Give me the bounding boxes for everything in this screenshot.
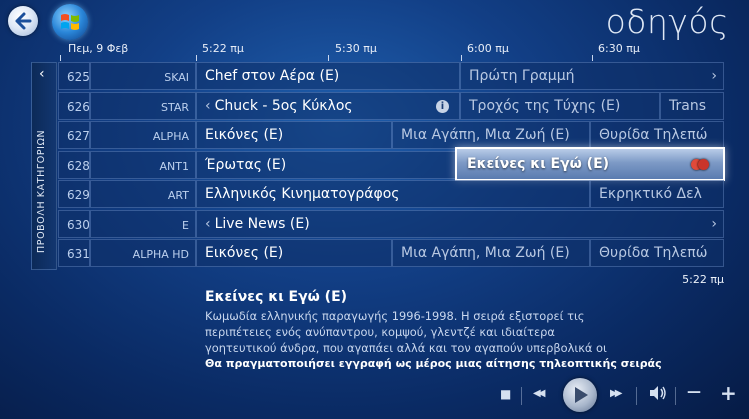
- program-title: Έρωτας (E): [205, 156, 287, 173]
- program-title: Μια Αγάπη, Μια Ζωή (E): [401, 245, 570, 261]
- time-tick: [461, 55, 462, 61]
- program-title: Live News (E): [214, 215, 310, 232]
- mute-button[interactable]: [648, 384, 668, 406]
- info-icon: i: [436, 99, 449, 113]
- speaker-icon: [650, 386, 666, 400]
- windows-logo-icon: [61, 14, 79, 30]
- channel-number[interactable]: 630: [58, 209, 90, 238]
- program-title: Εικόνες (E): [205, 127, 284, 143]
- channel-row: 626 STAR ‹ Chuck - 5ος Κύκλος i Τροχός της…: [58, 91, 724, 122]
- channel-number[interactable]: 628: [58, 150, 90, 179]
- divider: [636, 387, 637, 405]
- program-cell[interactable]: Ελληνικός Κινηματογράφος: [196, 180, 590, 208]
- channel-name[interactable]: ALPHA HD: [90, 239, 196, 267]
- divider: [521, 387, 522, 405]
- program-cell[interactable]: Πρώτη Γραμμή ›: [460, 62, 724, 90]
- program-cell[interactable]: Trans: [660, 91, 724, 120]
- channel-name[interactable]: ANT1: [90, 150, 196, 179]
- volume-down-button[interactable]: —: [687, 384, 701, 400]
- channel-name[interactable]: STAR: [90, 91, 196, 120]
- program-title: Θυρίδα Τηλεπώ: [599, 127, 708, 143]
- windows-logo-button[interactable]: [52, 4, 88, 40]
- channel-name[interactable]: ART: [90, 180, 196, 208]
- program-title: Εικόνες (E): [205, 245, 284, 261]
- program-cell[interactable]: Μια Αγάπη, Μια Ζωή (E): [392, 121, 590, 149]
- program-title: Chef στον Αέρα (E): [205, 68, 340, 84]
- program-cell[interactable]: Τροχός της Τύχης (E): [460, 91, 660, 120]
- time-tick: [592, 55, 593, 61]
- time-header: Πεμ, 9 Φεβ 5:22 πμ 5:30 πμ 6:00 πμ 6:30 …: [0, 42, 749, 60]
- chevron-right-icon: ›: [711, 215, 717, 232]
- record-note: Θα πραγματοποιήσει εγγραφή ως μέρος μιας…: [205, 357, 662, 370]
- channel-row: 630 E ‹ Live News (E) ›: [58, 209, 724, 240]
- program-title: Τροχός της Τύχης (E): [469, 97, 621, 114]
- program-cell[interactable]: Εικόνες (E): [196, 239, 392, 267]
- back-arrow-icon: [15, 12, 32, 30]
- channel-number[interactable]: 627: [58, 121, 90, 149]
- program-cell[interactable]: ‹ Chuck - 5ος Κύκλος i: [196, 91, 460, 120]
- time-slot-2: 5:30 πμ: [335, 42, 377, 55]
- clock: 5:22 πμ: [682, 273, 724, 286]
- play-button[interactable]: [563, 378, 597, 412]
- record-series-icon: [691, 159, 713, 171]
- category-label: ΠΡΟΒΟΛΗ ΚΑΤΗΓΟΡΙΩΝ: [36, 129, 47, 253]
- date-label: Πεμ, 9 Φεβ: [68, 42, 129, 55]
- program-cell[interactable]: Θυρίδα Τηλεπώ: [590, 239, 724, 267]
- rewind-button[interactable]: ◀◀: [533, 388, 546, 399]
- chevron-left-icon: ‹: [205, 215, 211, 232]
- program-title: Εκείνες κι Εγώ (E): [467, 156, 610, 172]
- program-cell[interactable]: Έρωτας (E): [196, 150, 456, 179]
- channel-row: 631 ALPHA HD Εικόνες (E) Μια Αγάπη, Μια …: [58, 239, 724, 269]
- stop-button[interactable]: ■: [500, 387, 511, 401]
- time-slot-4: 6:30 πμ: [598, 42, 640, 55]
- channel-number[interactable]: 629: [58, 180, 90, 208]
- channel-number[interactable]: 626: [58, 91, 90, 120]
- program-title: Πρώτη Γραμμή: [469, 68, 575, 84]
- channel-name[interactable]: E: [90, 209, 196, 238]
- description-line: περιπέτειες ενός ανύπαντρου, κομψού, γλε…: [205, 325, 555, 339]
- program-title: Εκρηκτικό Δελ: [599, 186, 702, 202]
- time-tick: [328, 55, 329, 61]
- back-button[interactable]: [8, 6, 38, 36]
- program-cell[interactable]: Θυρίδα Τηλεπώ: [590, 121, 724, 149]
- description-line: Κωμωδία ελληνικής παραγωγής 1996-1998. Η…: [205, 309, 585, 323]
- chevron-left-icon: ‹: [39, 66, 45, 82]
- category-tab[interactable]: ‹ ΠΡΟΒΟΛΗ ΚΑΤΗΓΟΡΙΩΝ: [31, 62, 57, 270]
- divider: [675, 387, 676, 405]
- program-cell[interactable]: Εκρηκτικό Δελ: [590, 180, 724, 208]
- program-title: Ελληνικός Κινηματογράφος: [205, 186, 400, 202]
- program-description: Κωμωδία ελληνικής παραγωγής 1996-1998. Η…: [205, 308, 635, 356]
- chevron-left-icon: ‹: [205, 97, 211, 114]
- description-line: γοητευτικού άνδρα, που αγαπάει αλλά και …: [205, 341, 607, 355]
- channel-number[interactable]: 625: [58, 62, 90, 90]
- focused-program-cell[interactable]: Εκείνες κι Εγώ (E): [455, 147, 725, 181]
- program-title: Chuck - 5ος Κύκλος: [214, 97, 353, 114]
- program-title: Θυρίδα Τηλεπώ: [599, 245, 708, 261]
- play-icon: [575, 387, 588, 403]
- fast-forward-button[interactable]: ▶▶: [610, 388, 623, 399]
- channel-name[interactable]: SKAI: [90, 62, 196, 90]
- channel-number[interactable]: 631: [58, 239, 90, 267]
- program-cell[interactable]: ‹ Live News (E) ›: [196, 209, 724, 238]
- channel-name[interactable]: ALPHA: [90, 121, 196, 149]
- program-title: Μια Αγάπη, Μια Ζωή (E): [401, 127, 570, 143]
- page-title: οδηγός: [605, 2, 729, 41]
- time-slot-3: 6:00 πμ: [467, 42, 509, 55]
- chevron-right-icon: ›: [711, 68, 717, 84]
- program-title: Trans: [669, 97, 706, 114]
- program-cell[interactable]: Μια Αγάπη, Μια Ζωή (E): [392, 239, 590, 267]
- channel-row: 625 SKAI Chef στον Αέρα (E) Πρώτη Γραμμή…: [58, 62, 724, 92]
- volume-up-button[interactable]: +: [720, 381, 737, 405]
- time-tick: [60, 55, 61, 61]
- program-cell[interactable]: Chef στον Αέρα (E): [196, 62, 460, 90]
- time-slot-1: 5:22 πμ: [202, 42, 244, 55]
- time-tick: [196, 55, 197, 61]
- channel-row: 629 ART Ελληνικός Κινηματογράφος Εκρηκτι…: [58, 180, 724, 210]
- program-cell[interactable]: Εικόνες (E): [196, 121, 392, 149]
- selected-program-title: Εκείνες κι Εγώ (E): [205, 289, 348, 305]
